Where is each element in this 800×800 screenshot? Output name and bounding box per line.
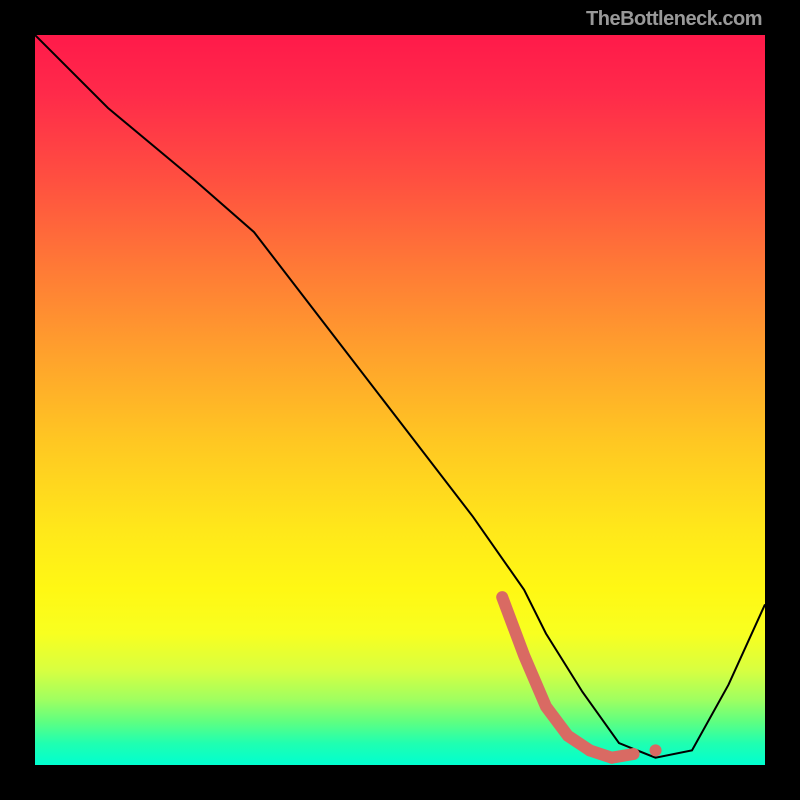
chart-container: TheBottleneck.com [0,0,800,800]
plot-gradient-background [35,35,765,765]
attribution-label: TheBottleneck.com [586,8,762,31]
